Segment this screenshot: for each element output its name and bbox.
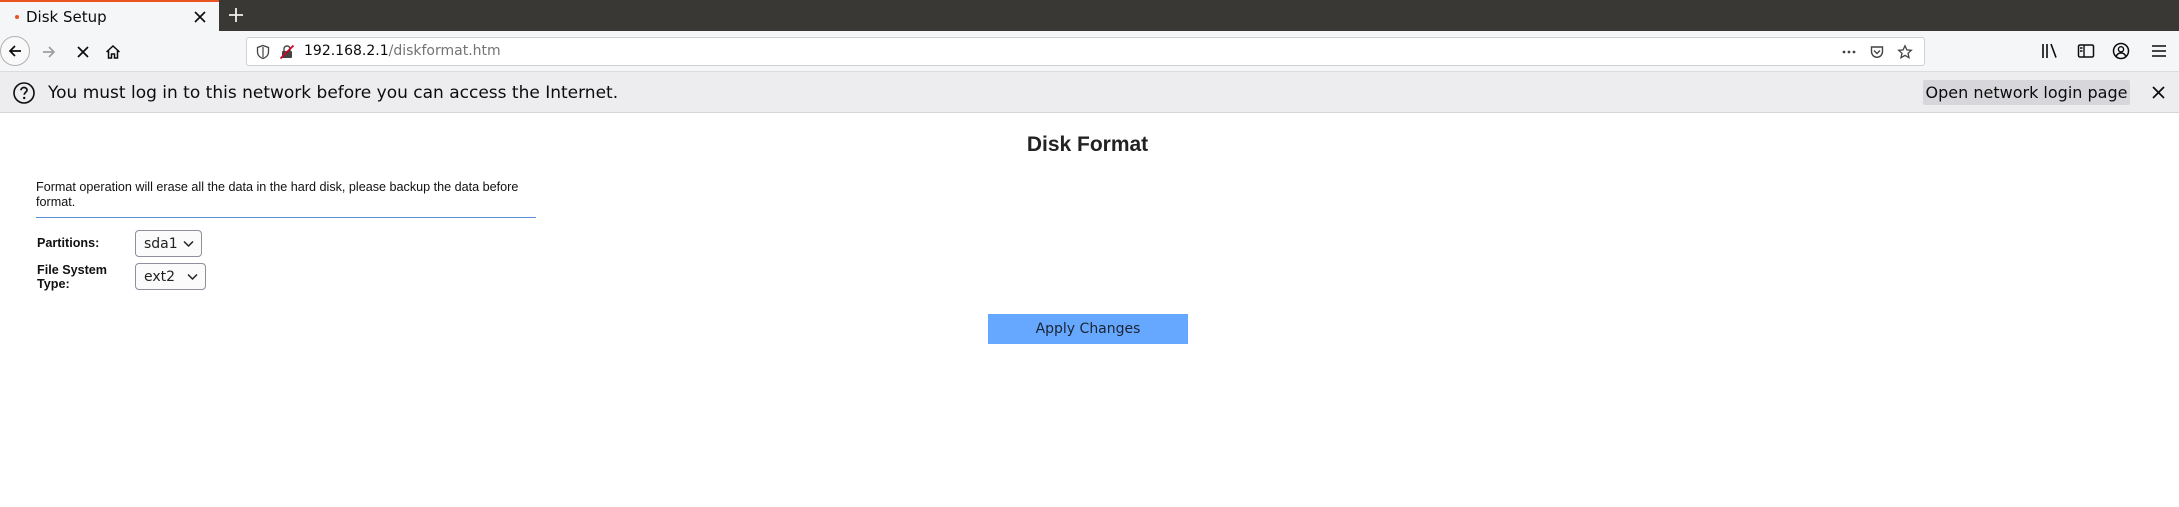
close-icon[interactable] xyxy=(191,8,209,26)
shield-icon[interactable] xyxy=(255,44,271,60)
account-icon[interactable] xyxy=(2111,41,2131,61)
back-button[interactable] xyxy=(0,36,30,66)
tab-strip: Disk Setup xyxy=(0,0,2179,31)
format-warning-text: Format operation will erase all the data… xyxy=(36,180,519,209)
file-system-type-label-line2: Type: xyxy=(37,277,70,291)
url-host: 192.168.2.1 xyxy=(304,43,389,59)
pocket-icon[interactable] xyxy=(1869,44,1885,60)
library-icon[interactable] xyxy=(2040,41,2060,61)
file-system-type-select[interactable]: ext2 xyxy=(135,263,206,290)
back-arrow-icon xyxy=(8,45,21,57)
plus-icon[interactable] xyxy=(226,5,246,25)
captive-portal-notification: You must log in to this network before y… xyxy=(0,72,2179,113)
url-bar[interactable]: 192.168.2.1/diskformat.htm xyxy=(246,37,1925,66)
page-title: Disk Format xyxy=(1026,133,1149,156)
divider xyxy=(36,217,536,218)
file-system-type-value: ext2 xyxy=(144,268,176,285)
stop-icon xyxy=(77,46,89,58)
chevron-down-icon xyxy=(183,240,194,248)
url-text[interactable]: 192.168.2.1/diskformat.htm xyxy=(304,43,501,59)
insecure-lock-icon[interactable] xyxy=(279,44,295,60)
chevron-down-icon xyxy=(187,273,198,281)
home-button[interactable] xyxy=(101,40,125,64)
tab-loading-dot xyxy=(15,15,19,19)
url-path: /diskformat.htm xyxy=(388,43,501,59)
close-icon[interactable] xyxy=(2150,84,2167,101)
star-icon[interactable] xyxy=(1897,44,1913,60)
home-icon xyxy=(105,44,121,59)
forward-arrow-icon xyxy=(43,46,56,58)
tab-title: Disk Setup xyxy=(26,8,107,26)
file-system-type-label: File System Type: xyxy=(37,263,107,291)
open-network-login-button[interactable]: Open network login page xyxy=(1923,80,2130,105)
partitions-value: sda1 xyxy=(144,235,178,252)
more-icon[interactable] xyxy=(1841,44,1857,60)
question-icon xyxy=(13,82,35,104)
partitions-label: Partitions: xyxy=(37,236,100,250)
stop-button[interactable] xyxy=(71,40,95,64)
forward-button[interactable] xyxy=(37,40,61,64)
navigation-toolbar: 192.168.2.1/diskformat.htm xyxy=(0,31,2179,72)
notification-message: You must log in to this network before y… xyxy=(48,83,619,103)
tab-disk-setup[interactable]: Disk Setup xyxy=(0,0,219,31)
hamburger-menu-icon[interactable] xyxy=(2149,41,2169,61)
partitions-select[interactable]: sda1 xyxy=(135,230,202,257)
sidebar-icon[interactable] xyxy=(2076,41,2096,61)
file-system-type-label-line1: File System xyxy=(37,263,107,277)
apply-changes-button[interactable]: Apply Changes xyxy=(988,314,1188,344)
